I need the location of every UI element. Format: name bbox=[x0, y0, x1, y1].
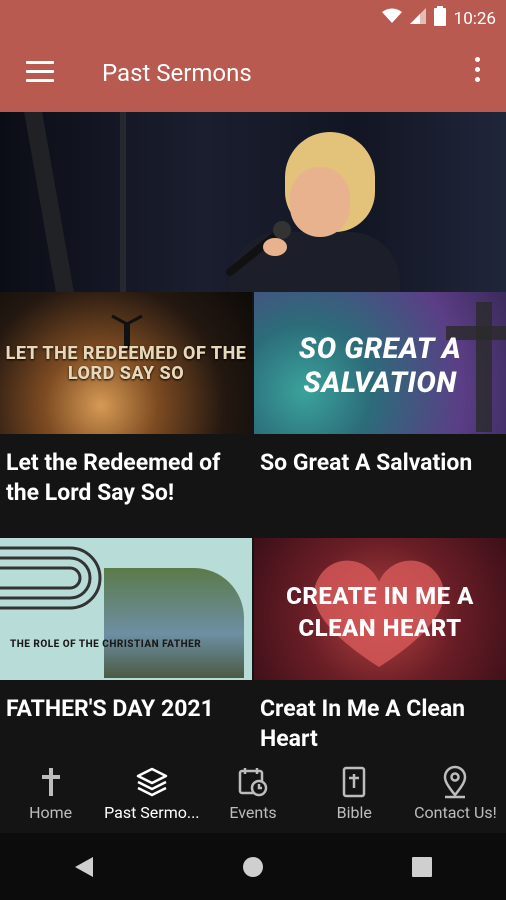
sermon-thumbnail: SO GREAT A SALVATION bbox=[254, 292, 506, 434]
thumbnail-text: THE ROLE OF THE CHRISTIAN FATHER bbox=[10, 639, 202, 650]
nav-label: Home bbox=[29, 803, 73, 822]
sermon-title: So Great A Salvation bbox=[260, 449, 473, 476]
status-bar: 10:26 bbox=[0, 0, 506, 37]
thumbnail-text: LET THE REDEEMED OF THE LORD SAY SO bbox=[5, 343, 247, 384]
nav-label: Past Sermo... bbox=[104, 803, 200, 822]
nav-past-sermons[interactable]: Past Sermo... bbox=[101, 755, 202, 833]
calendar-clock-icon bbox=[237, 765, 269, 799]
sermon-card[interactable]: CREATE IN ME A CLEAN HEART Creat In Me A… bbox=[254, 538, 506, 754]
sermon-title: FATHER'S DAY 2021 bbox=[6, 695, 214, 722]
location-pin-icon bbox=[441, 765, 469, 799]
app-bar: Past Sermons bbox=[0, 37, 506, 112]
overflow-menu-icon[interactable] bbox=[470, 57, 484, 87]
bottom-navigation: Home Past Sermo... Events Bible Contact … bbox=[0, 755, 506, 833]
battery-icon bbox=[433, 6, 446, 31]
menu-icon[interactable] bbox=[26, 61, 54, 83]
system-navigation-bar bbox=[0, 833, 506, 900]
sermon-thumbnail: THE ROLE OF THE CHRISTIAN FATHER bbox=[0, 538, 252, 680]
thumbnail-text: CREATE IN ME A CLEAN HEART bbox=[286, 582, 474, 642]
nav-label: Contact Us! bbox=[414, 803, 497, 822]
status-icons: 10:26 bbox=[381, 6, 496, 31]
sermon-card[interactable]: SO GREAT A SALVATION So Great A Salvatio… bbox=[254, 292, 506, 478]
back-icon[interactable] bbox=[64, 847, 104, 887]
microphone-icon bbox=[226, 221, 291, 276]
wifi-icon bbox=[381, 8, 402, 29]
cross-icon bbox=[40, 765, 62, 799]
sermon-card[interactable]: THE ROLE OF THE CHRISTIAN FATHER FATHER'… bbox=[0, 538, 252, 724]
recents-square-icon[interactable] bbox=[402, 847, 442, 887]
nav-bible[interactable]: Bible bbox=[304, 755, 405, 833]
sermon-title: Let the Redeemed of the Lord Say So! bbox=[6, 449, 221, 506]
home-circle-icon[interactable] bbox=[233, 847, 273, 887]
sermon-thumbnail: CREATE IN ME A CLEAN HEART bbox=[254, 538, 506, 680]
layers-icon bbox=[136, 765, 168, 799]
sermon-thumbnail: LET THE REDEEMED OF THE LORD SAY SO bbox=[0, 292, 252, 434]
signal-icon bbox=[409, 8, 426, 29]
nav-label: Events bbox=[229, 803, 277, 822]
nav-label: Bible bbox=[336, 803, 372, 822]
bible-icon bbox=[341, 765, 367, 799]
nav-home[interactable]: Home bbox=[0, 755, 101, 833]
clock: 10:26 bbox=[453, 8, 496, 29]
sermon-title: Creat In Me A Clean Heart bbox=[260, 695, 466, 752]
decorative-lines-icon bbox=[0, 546, 102, 610]
hero-banner-image bbox=[0, 112, 506, 292]
nav-events[interactable]: Events bbox=[202, 755, 303, 833]
page-title: Past Sermons bbox=[102, 59, 252, 87]
nav-contact[interactable]: Contact Us! bbox=[405, 755, 506, 833]
sermon-card[interactable]: LET THE REDEEMED OF THE LORD SAY SO Let … bbox=[0, 292, 252, 508]
thumbnail-text: SO GREAT A SALVATION bbox=[298, 332, 462, 400]
